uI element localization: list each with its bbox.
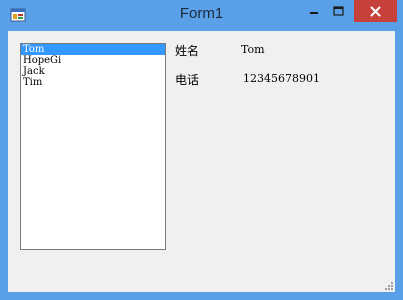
minimize-icon [309, 12, 318, 14]
name-label: 姓名 [175, 44, 200, 58]
maximize-icon [333, 6, 344, 16]
resize-grip-icon[interactable] [383, 280, 393, 290]
phone-value: 12345678901 [243, 72, 320, 85]
phone-label: 电话 [175, 73, 200, 87]
form1-window: Form1 Tom HopeGi Jack Tim 姓名 Tom 电话 1234… [0, 0, 403, 300]
client-area: Tom HopeGi Jack Tim 姓名 Tom 电话 1234567890… [8, 31, 395, 292]
name-value: Tom [241, 43, 265, 56]
minimize-button[interactable] [304, 0, 323, 22]
title-bar[interactable]: Form1 [0, 0, 403, 31]
list-item[interactable]: HopeGi [21, 55, 165, 66]
close-icon [370, 6, 381, 16]
list-item[interactable]: Jack [21, 66, 165, 77]
names-listbox[interactable]: Tom HopeGi Jack Tim [20, 43, 166, 250]
maximize-button[interactable] [329, 0, 348, 22]
list-item[interactable]: Tom [21, 44, 165, 55]
list-item[interactable]: Tim [21, 77, 165, 88]
close-button[interactable] [354, 0, 397, 22]
